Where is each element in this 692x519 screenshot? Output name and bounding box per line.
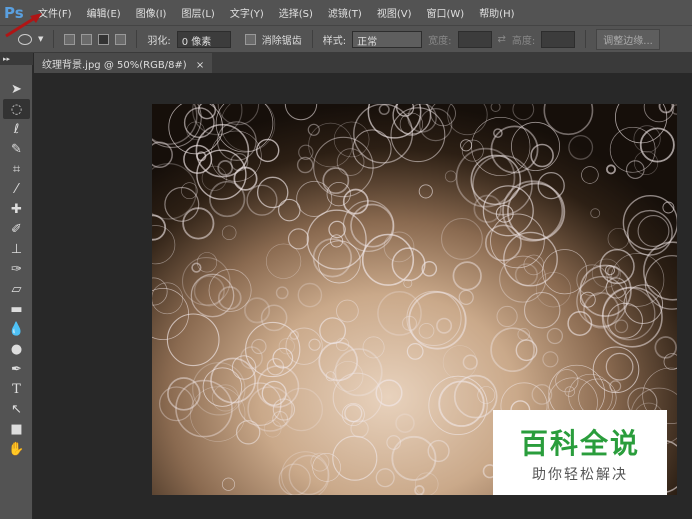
- tools-panel: ▸▸ ➤ ◌ ℓ ✎ ⌗ ⁄ ✚ ✐ ⊥ ✑ ▱ ▬ 💧 ● ✒ T ↖ ■ ✋: [0, 53, 33, 519]
- new-selection-icon[interactable]: [64, 33, 76, 45]
- blur-tool-icon[interactable]: 💧: [0, 319, 33, 339]
- menu-view[interactable]: 视图(V): [377, 5, 412, 20]
- marquee-tool-icon[interactable]: ◌: [3, 99, 30, 119]
- feather-input[interactable]: 0 像素: [176, 30, 231, 48]
- style-label: 样式:: [322, 35, 347, 47]
- menu-image[interactable]: 图像(I): [136, 5, 167, 20]
- menu-layer[interactable]: 图层(L): [181, 5, 214, 20]
- watermark: 百科全说 助你轻松解决: [493, 410, 667, 495]
- height-label: 高度:: [511, 35, 536, 47]
- document-canvas[interactable]: 百科全说 助你轻松解决: [152, 104, 677, 495]
- menu-type[interactable]: 文字(Y): [230, 5, 264, 20]
- eyedropper-tool-icon[interactable]: ⁄: [0, 179, 33, 199]
- options-bar: ▼ 羽化: 0 像素 消除锯齿 样式: 正常 宽度: ⇄ 高度: 调整边缘...: [0, 25, 692, 53]
- document-title: 纹理背景.jpg @ 50%(RGB/8#): [42, 60, 187, 71]
- subtract-selection-icon[interactable]: [98, 33, 110, 45]
- style-select[interactable]: 正常: [352, 30, 423, 48]
- path-select-icon[interactable]: ↖: [0, 399, 33, 419]
- quick-select-tool-icon[interactable]: ✎: [0, 139, 33, 159]
- type-tool-icon[interactable]: T: [0, 379, 33, 399]
- menu-help[interactable]: 帮助(H): [479, 5, 514, 20]
- pen-tool-icon[interactable]: ✒: [0, 359, 33, 379]
- brush-tool-icon[interactable]: ✐: [0, 219, 33, 239]
- eraser-tool-icon[interactable]: ▱: [0, 279, 33, 299]
- menu-window[interactable]: 窗口(W): [426, 5, 464, 20]
- divider: [53, 30, 55, 48]
- swap-icon[interactable]: ⇄: [498, 34, 506, 45]
- intersect-selection-icon[interactable]: [115, 33, 127, 45]
- close-icon[interactable]: ×: [196, 60, 204, 71]
- feather-label: 羽化:: [147, 35, 171, 47]
- hand-tool-icon[interactable]: ✋: [0, 439, 33, 459]
- document-tab-bar: 纹理背景.jpg @ 50%(RGB/8#) ×: [34, 53, 692, 73]
- divider: [136, 30, 138, 48]
- menu-filter[interactable]: 滤镜(T): [328, 5, 362, 20]
- document-tab[interactable]: 纹理背景.jpg @ 50%(RGB/8#) ×: [34, 53, 213, 73]
- shape-tool-icon[interactable]: ■: [0, 419, 33, 439]
- watermark-subtitle: 助你轻松解决: [532, 467, 628, 483]
- gradient-tool-icon[interactable]: ▬: [0, 299, 33, 319]
- lasso-tool-icon[interactable]: ℓ: [0, 119, 33, 139]
- height-input[interactable]: [541, 30, 576, 48]
- collapse-icon[interactable]: ▸▸: [0, 53, 33, 65]
- menu-edit[interactable]: 编辑(E): [87, 5, 121, 20]
- antialias-checkbox[interactable]: [244, 33, 256, 45]
- refine-edge-button[interactable]: 调整边缘...: [596, 28, 660, 50]
- divider: [311, 30, 313, 48]
- red-arrow-annotation: [5, 13, 42, 38]
- crop-tool-icon[interactable]: ⌗: [0, 159, 33, 179]
- divider: [585, 30, 587, 48]
- dodge-tool-icon[interactable]: ●: [0, 339, 33, 359]
- width-input[interactable]: [457, 30, 492, 48]
- move-tool-icon[interactable]: ➤: [0, 79, 33, 99]
- antialias-label: 消除锯齿: [261, 35, 302, 47]
- history-brush-icon[interactable]: ✑: [0, 259, 33, 279]
- width-label: 宽度:: [428, 35, 452, 47]
- menu-bar: Ps 文件(F) 编辑(E) 图像(I) 图层(L) 文字(Y) 选择(S) 滤…: [0, 0, 692, 25]
- menu-select[interactable]: 选择(S): [279, 5, 313, 20]
- healing-brush-icon[interactable]: ✚: [0, 199, 33, 219]
- stamp-tool-icon[interactable]: ⊥: [0, 239, 33, 259]
- add-selection-icon[interactable]: [81, 33, 93, 45]
- watermark-title: 百科全说: [519, 427, 640, 460]
